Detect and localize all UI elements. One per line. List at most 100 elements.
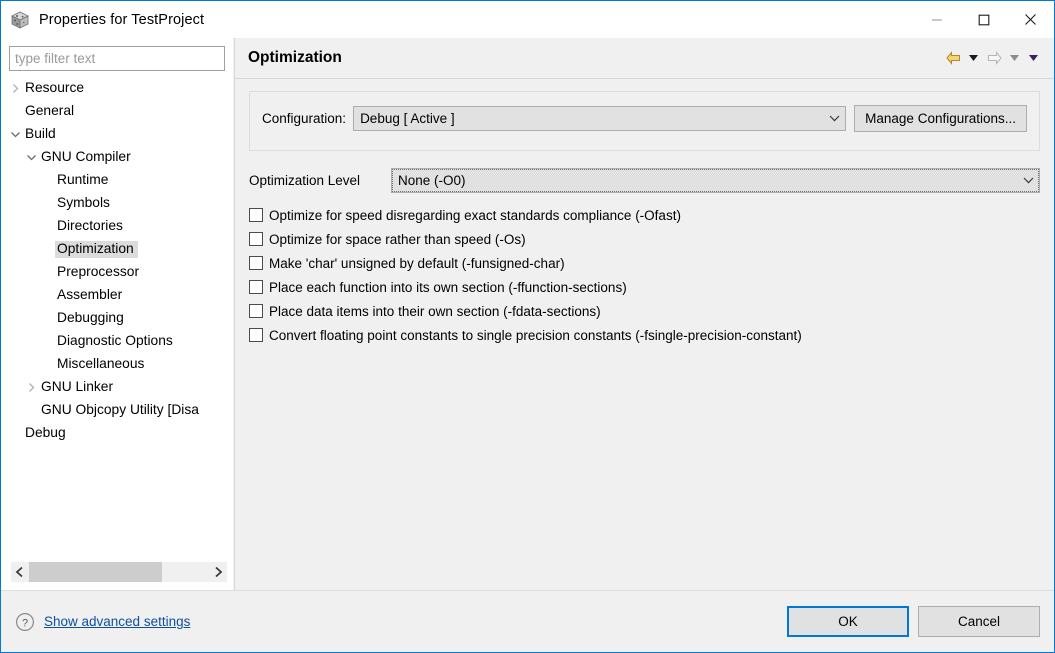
option-row[interactable]: Place each function into its own section… [249, 275, 1040, 299]
option-label: Optimize for space rather than speed (-O… [269, 232, 526, 247]
minimize-icon[interactable] [913, 1, 960, 38]
checkbox-unchecked[interactable] [249, 280, 263, 294]
configuration-value: Debug [ Active ] [354, 111, 823, 126]
scrollbar-track[interactable] [29, 562, 209, 582]
option-row[interactable]: Optimize for space rather than speed (-O… [249, 227, 1040, 251]
tree-item-miscellaneous[interactable]: Miscellaneous [1, 353, 233, 376]
tree-item-label: Optimization [55, 241, 138, 258]
checkbox-unchecked[interactable] [249, 328, 263, 342]
chevron-right-icon[interactable] [209, 562, 227, 582]
tree-item-gnu-compiler[interactable]: GNU Compiler [1, 146, 233, 169]
chevron-down-icon[interactable] [23, 150, 39, 166]
option-row[interactable]: Convert floating point constants to sing… [249, 323, 1040, 347]
manage-configurations-button[interactable]: Manage Configurations... [854, 105, 1027, 132]
chevron-right-icon[interactable] [23, 380, 39, 396]
tree-item-debugging[interactable]: Debugging [1, 307, 233, 330]
tree-item-label: GNU Linker [39, 379, 117, 396]
configuration-combo[interactable]: Debug [ Active ] [353, 106, 846, 131]
tree-item-label: Preprocessor [55, 264, 143, 281]
option-label: Convert floating point constants to sing… [269, 328, 802, 343]
tree-item-label: Directories [55, 218, 127, 235]
ok-button[interactable]: OK [787, 606, 909, 637]
tree-item-gnu-linker[interactable]: GNU Linker [1, 376, 233, 399]
tree-item-resource[interactable]: Resource [1, 77, 233, 100]
option-row[interactable]: Make 'char' unsigned by default (-funsig… [249, 251, 1040, 275]
chevron-left-icon[interactable] [11, 562, 29, 582]
page-header: Optimization [235, 38, 1054, 79]
window-controls [913, 1, 1054, 38]
filter-input[interactable] [9, 46, 225, 71]
svg-text:?: ? [22, 617, 28, 629]
tree-item-label: Build [23, 126, 60, 143]
title-bar: Properties for TestProject [1, 1, 1054, 38]
tree-item-label: General [23, 103, 78, 120]
tree-item-label: Runtime [55, 172, 112, 189]
chevron-down-icon [1017, 177, 1039, 184]
dialog-body: Resource General Build GNU Compiler Runtime S… [1, 38, 1054, 590]
configuration-row: Configuration: Debug [ Active ] Manage C… [262, 105, 1027, 132]
properties-dialog: Properties for TestProject Resource Gener… [0, 0, 1055, 653]
chevron-down-icon[interactable] [7, 127, 23, 143]
dialog-footer: ? Show advanced settings OK Cancel [1, 590, 1054, 652]
tree-item-label: Symbols [55, 195, 114, 212]
tree-item-general[interactable]: General [1, 100, 233, 123]
view-menu-caret-icon[interactable] [1024, 46, 1043, 70]
option-row[interactable]: Optimize for speed disregarding exact st… [249, 203, 1040, 227]
tree-item-preprocessor[interactable]: Preprocessor [1, 261, 233, 284]
back-dropdown-caret-icon[interactable] [964, 46, 983, 70]
tree-item-label: GNU Objcopy Utility [Disa [39, 402, 203, 419]
configuration-group: Configuration: Debug [ Active ] Manage C… [249, 91, 1040, 151]
option-label: Place each function into its own section… [269, 280, 627, 295]
back-arrow-icon[interactable] [942, 46, 964, 70]
option-row[interactable]: Place data items into their own section … [249, 299, 1040, 323]
checkbox-unchecked[interactable] [249, 304, 263, 318]
tree-item-label: Assembler [55, 287, 126, 304]
tree-item-label: GNU Compiler [39, 149, 135, 166]
settings-tree[interactable]: Resource General Build GNU Compiler Runtime S… [1, 71, 233, 562]
checkbox-unchecked[interactable] [249, 256, 263, 270]
option-label: Place data items into their own section … [269, 304, 601, 319]
show-advanced-settings-link[interactable]: Show advanced settings [44, 614, 190, 629]
cube-icon [10, 10, 30, 30]
optimization-level-row: Optimization Level None (-O0) [249, 168, 1040, 193]
tree-item-label: Debug [23, 425, 70, 442]
cancel-button[interactable]: Cancel [918, 606, 1040, 637]
tree-item-optimization[interactable]: Optimization [1, 238, 233, 261]
help-circle-icon[interactable]: ? [15, 612, 35, 632]
forward-arrow-icon [983, 46, 1005, 70]
option-label: Make 'char' unsigned by default (-funsig… [269, 256, 565, 271]
checkbox-unchecked[interactable] [249, 208, 263, 222]
checkbox-unchecked[interactable] [249, 232, 263, 246]
optimization-options-list: Optimize for speed disregarding exact st… [249, 203, 1040, 347]
chevron-right-icon[interactable] [7, 81, 23, 97]
configuration-label: Configuration: [262, 111, 346, 126]
optimization-level-label: Optimization Level [249, 173, 391, 188]
close-icon[interactable] [1007, 1, 1054, 38]
tree-horizontal-scrollbar[interactable] [11, 562, 227, 582]
tree-item-gnu-objcopy-utility-disa[interactable]: GNU Objcopy Utility [Disa [1, 399, 233, 422]
scrollbar-thumb[interactable] [29, 562, 162, 582]
tree-item-label: Debugging [55, 310, 128, 327]
tree-item-directories[interactable]: Directories [1, 215, 233, 238]
page-title: Optimization [248, 49, 942, 67]
navigation-pane: Resource General Build GNU Compiler Runtime S… [1, 38, 234, 590]
tree-item-symbols[interactable]: Symbols [1, 192, 233, 215]
filter-container [1, 38, 233, 71]
maximize-icon[interactable] [960, 1, 1007, 38]
tree-item-label: Diagnostic Options [55, 333, 177, 350]
tree-item-runtime[interactable]: Runtime [1, 169, 233, 192]
content-pane: Optimization [234, 38, 1054, 590]
tree-item-debug[interactable]: Debug [1, 422, 233, 445]
optimization-level-value: None (-O0) [392, 173, 1017, 188]
tree-item-label: Resource [23, 80, 88, 97]
tree-item-label: Miscellaneous [55, 356, 148, 373]
option-label: Optimize for speed disregarding exact st… [269, 208, 681, 223]
window-title: Properties for TestProject [39, 12, 204, 28]
forward-dropdown-caret-icon [1005, 46, 1024, 70]
tree-item-diagnostic-options[interactable]: Diagnostic Options [1, 330, 233, 353]
optimization-level-combo[interactable]: None (-O0) [391, 168, 1040, 193]
tree-item-build[interactable]: Build [1, 123, 233, 146]
page-content: Configuration: Debug [ Active ] Manage C… [235, 79, 1054, 590]
tree-item-assembler[interactable]: Assembler [1, 284, 233, 307]
page-toolbar [942, 46, 1043, 70]
